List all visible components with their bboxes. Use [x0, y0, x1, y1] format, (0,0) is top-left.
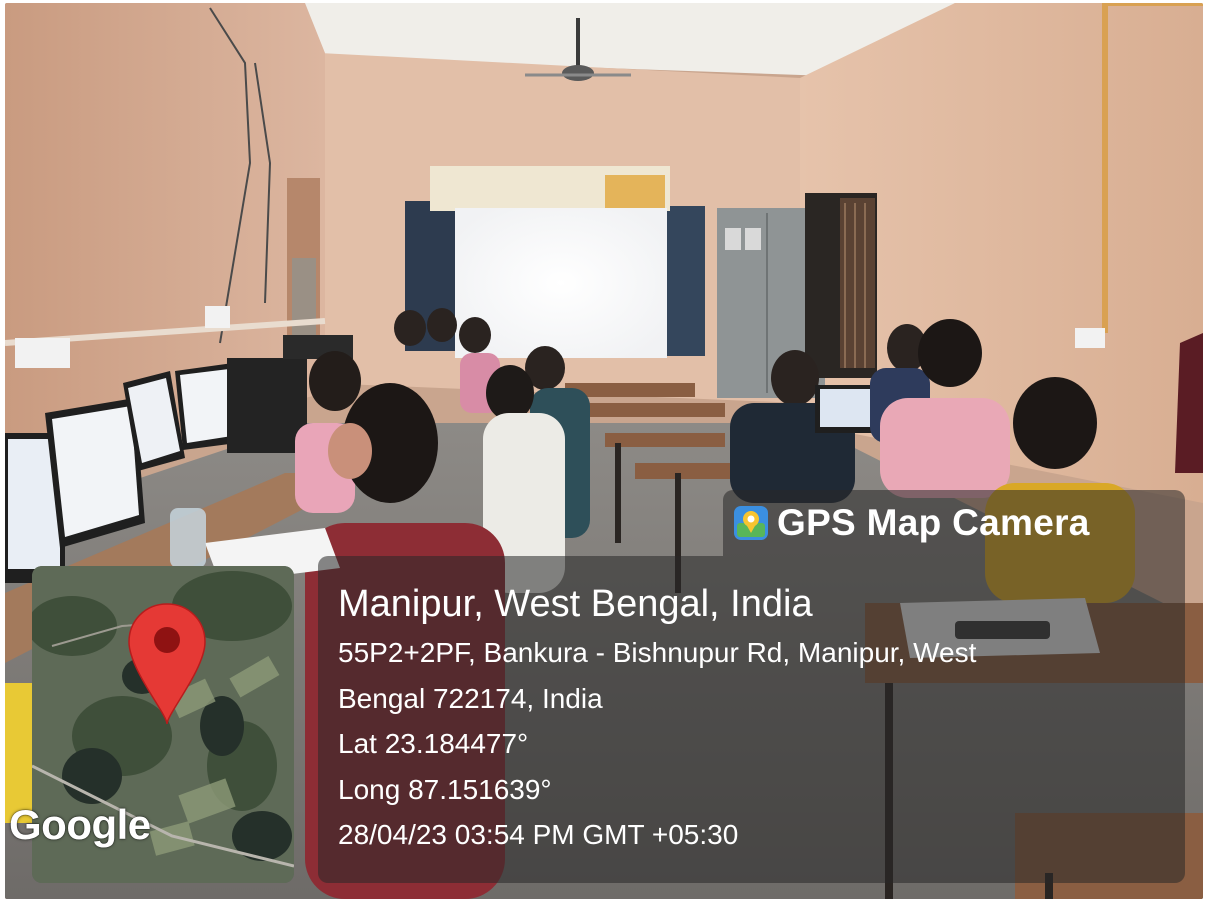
address-line-1: 55P2+2PF, Bankura - Bishnupur Rd, Manipu…: [338, 637, 977, 668]
longitude-text: Long 87.151639°: [338, 773, 552, 805]
place-title: Manipur, West Bengal, India: [338, 583, 813, 625]
photo-frame: GPS Map Camera Manipur, West Bengal, Ind…: [5, 3, 1203, 899]
latitude-text: Lat 23.184477°: [338, 728, 529, 759]
address-line-2: Bengal 722174, India: [338, 682, 603, 714]
datetime-text: 28/04/23 03:54 PM GMT +05:30: [338, 819, 739, 850]
google-attribution: Google: [9, 801, 151, 848]
location-info-panel: Manipur, West Bengal, India 55P2+2PF, Ba…: [318, 556, 1185, 883]
gps-app-name: GPS Map Camera: [777, 502, 1090, 543]
gps-map-camera-badge: GPS Map Camera: [723, 490, 1185, 556]
gps-map-camera-logo-icon: [734, 506, 768, 540]
